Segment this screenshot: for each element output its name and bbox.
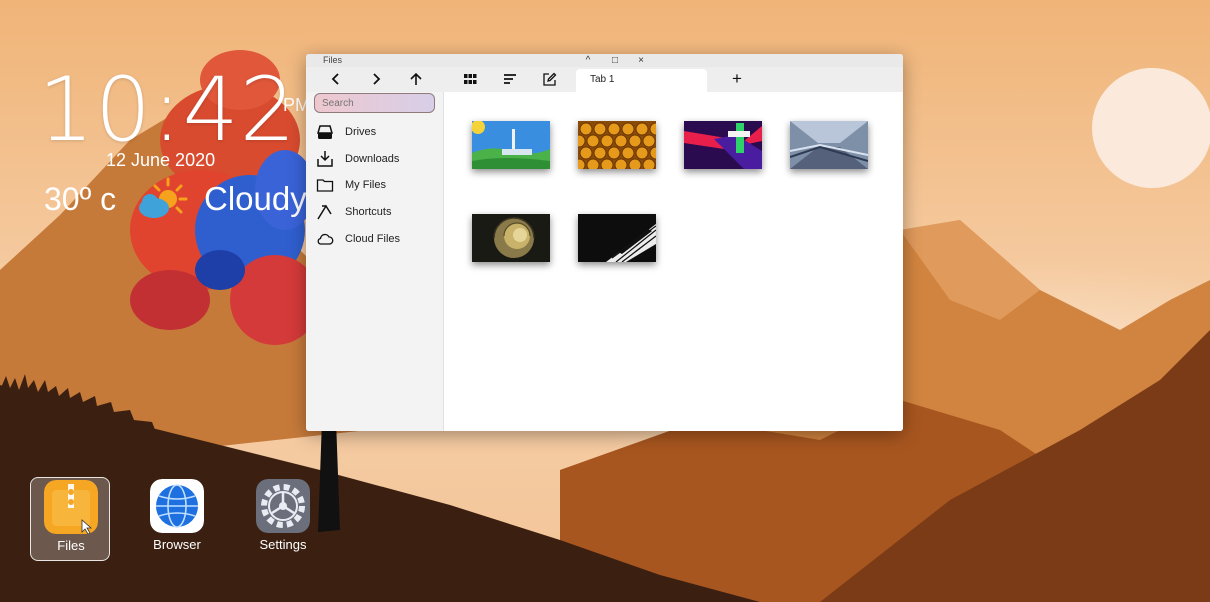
drive-icon xyxy=(317,125,333,139)
sidebar-item-drives[interactable]: Drives xyxy=(316,121,376,143)
up-icon xyxy=(410,72,422,85)
search-input[interactable] xyxy=(314,93,435,113)
sidebar-item-shortcuts[interactable]: Shortcuts xyxy=(316,201,391,223)
settings-app-icon xyxy=(256,479,310,533)
forward-button[interactable] xyxy=(364,68,388,90)
close-button[interactable]: × xyxy=(632,54,650,67)
desktop: 10:42 PM 12 June 2020 30º c Cloudy Files… xyxy=(0,0,1210,602)
window-title: Files xyxy=(323,55,343,65)
weather-condition: Cloudy xyxy=(204,180,307,217)
browser-app-icon xyxy=(150,479,204,533)
abstract-image[interactable] xyxy=(684,121,762,169)
weather-temperature: 30º c xyxy=(44,181,117,217)
sidebar-item-label: Shortcuts xyxy=(345,206,392,218)
dock-item-browser[interactable]: Browser xyxy=(137,477,217,561)
title-bar[interactable]: Files ^ □ × xyxy=(306,54,903,67)
sidebar: Drives Downloads My Files Shortcuts xyxy=(306,92,444,431)
sidebar-item-label: Drives xyxy=(345,126,377,138)
edit-icon xyxy=(542,72,556,86)
partly-cloudy-icon xyxy=(139,177,188,218)
shortcut-icon xyxy=(317,204,332,220)
landscape-image[interactable] xyxy=(472,121,550,169)
folder-icon xyxy=(316,179,334,192)
sort-button[interactable] xyxy=(498,68,522,90)
new-tab-button[interactable]: + xyxy=(725,68,749,90)
tab-1[interactable]: Tab 1 xyxy=(576,69,707,92)
sidebar-item-my-files[interactable]: My Files xyxy=(316,174,386,196)
nautilus-image[interactable] xyxy=(472,214,550,262)
files-app-icon xyxy=(44,480,98,534)
dock-label: Settings xyxy=(259,537,307,552)
sidebar-item-label: Downloads xyxy=(345,153,400,165)
dock-item-settings[interactable]: Settings xyxy=(243,477,323,561)
clock-date: 12 June 2020 xyxy=(106,150,216,170)
cloud-icon xyxy=(317,233,334,245)
sort-icon xyxy=(504,74,516,84)
file-grid xyxy=(444,92,903,431)
files-window: Files ^ □ × Tab 1 + Search Drives Downlo… xyxy=(306,54,903,431)
dock-label: Files xyxy=(57,538,85,553)
back-button[interactable] xyxy=(324,68,348,90)
sidebar-item-label: Cloud Files xyxy=(345,233,401,245)
edit-button[interactable] xyxy=(537,68,561,90)
toolbar: Tab 1 + xyxy=(306,67,903,92)
sidebar-item-label: My Files xyxy=(345,179,386,191)
grid-view-icon xyxy=(464,74,477,84)
back-icon xyxy=(331,73,339,85)
dock-label: Browser xyxy=(153,537,201,552)
dock-item-files[interactable]: Files xyxy=(30,477,110,561)
sidebar-item-downloads[interactable]: Downloads xyxy=(316,148,399,170)
subway-image[interactable] xyxy=(790,121,868,169)
grid-view-button[interactable] xyxy=(458,68,482,90)
up-button[interactable] xyxy=(404,68,428,90)
sidebar-item-cloud-files[interactable]: Cloud Files xyxy=(316,228,400,250)
sun xyxy=(1092,68,1210,188)
minimize-button[interactable]: ^ xyxy=(579,54,597,67)
download-icon xyxy=(317,151,333,167)
piano-image[interactable] xyxy=(578,214,656,262)
forward-icon xyxy=(373,73,381,85)
maximize-button[interactable]: □ xyxy=(606,54,624,67)
honeycomb-image[interactable] xyxy=(578,121,656,169)
clock-time: 10:42 xyxy=(38,58,297,161)
